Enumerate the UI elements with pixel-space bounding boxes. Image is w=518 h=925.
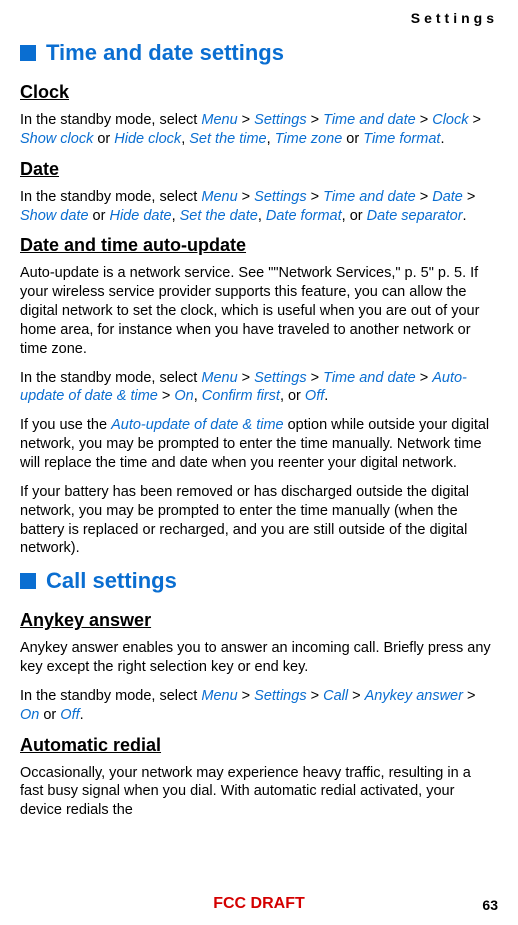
auto-update-p3: If you use the Auto-update of date & tim… <box>20 416 498 473</box>
sub-heading-anykey: Anykey answer <box>20 610 498 631</box>
section-heading-call-settings: Call settings <box>20 568 498 594</box>
text: or <box>89 208 110 224</box>
text: If you use the <box>20 417 111 433</box>
text: . <box>324 388 328 404</box>
confirm-first-link[interactable]: Confirm first <box>202 388 280 404</box>
text: , or <box>342 208 367 224</box>
separator: > <box>158 388 175 404</box>
separator: > <box>238 688 255 704</box>
time-and-date-link[interactable]: Time and date <box>323 370 416 386</box>
sub-heading-date: Date <box>20 159 498 180</box>
anykey-p2: In the standby mode, select Menu > Setti… <box>20 687 498 725</box>
hide-date-link[interactable]: Hide date <box>109 208 171 224</box>
auto-update-p4: If your battery has been removed or has … <box>20 483 498 558</box>
separator: > <box>307 189 324 205</box>
anykey-p1: Anykey answer enables you to answer an i… <box>20 639 498 677</box>
hide-clock-link[interactable]: Hide clock <box>114 131 181 147</box>
page-number: 63 <box>482 897 498 913</box>
clock-link[interactable]: Clock <box>432 112 468 128</box>
auto-update-p1: Auto-update is a network service. See ""… <box>20 264 498 358</box>
separator: > <box>307 112 324 128</box>
auto-update-p2: In the standby mode, select Menu > Setti… <box>20 369 498 407</box>
set-date-link[interactable]: Set the date <box>180 208 258 224</box>
anykey-answer-link[interactable]: Anykey answer <box>365 688 463 704</box>
settings-link[interactable]: Settings <box>254 189 306 205</box>
separator: > <box>416 112 433 128</box>
date-paragraph: In the standby mode, select Menu > Setti… <box>20 188 498 226</box>
separator: > <box>307 688 324 704</box>
menu-link[interactable]: Menu <box>201 189 237 205</box>
time-format-link[interactable]: Time format <box>363 131 440 147</box>
separator: > <box>416 370 433 386</box>
text: , or <box>280 388 305 404</box>
time-and-date-link[interactable]: Time and date <box>323 112 416 128</box>
date-link[interactable]: Date <box>432 189 463 205</box>
off-link[interactable]: Off <box>305 388 324 404</box>
show-date-link[interactable]: Show date <box>20 208 89 224</box>
text: . <box>80 707 84 723</box>
separator: > <box>307 370 324 386</box>
text: or <box>93 131 114 147</box>
separator: > <box>463 189 476 205</box>
date-separator-link[interactable]: Date separator <box>367 208 463 224</box>
text: In the standby mode, select <box>20 370 201 386</box>
settings-link[interactable]: Settings <box>254 688 306 704</box>
section-title: Time and date settings <box>46 40 284 66</box>
fcc-draft-label: FCC DRAFT <box>0 895 518 913</box>
text: . <box>440 131 444 147</box>
separator: > <box>348 688 365 704</box>
section-title: Call settings <box>46 568 177 594</box>
separator: > <box>468 112 481 128</box>
header-title: Settings <box>20 10 498 26</box>
on-link[interactable]: On <box>174 388 193 404</box>
text: or <box>39 707 60 723</box>
sub-heading-auto-update: Date and time auto-update <box>20 235 498 256</box>
on-link[interactable]: On <box>20 707 39 723</box>
settings-link[interactable]: Settings <box>254 370 306 386</box>
sub-heading-auto-redial: Automatic redial <box>20 735 498 756</box>
settings-link[interactable]: Settings <box>254 112 306 128</box>
separator: > <box>463 688 476 704</box>
call-link[interactable]: Call <box>323 688 348 704</box>
menu-link[interactable]: Menu <box>201 370 237 386</box>
text: or <box>342 131 363 147</box>
separator: > <box>238 189 255 205</box>
square-bullet-icon <box>20 45 36 61</box>
section-heading-time-date: Time and date settings <box>20 40 498 66</box>
clock-paragraph: In the standby mode, select Menu > Setti… <box>20 111 498 149</box>
sub-heading-clock: Clock <box>20 82 498 103</box>
set-time-link[interactable]: Set the time <box>189 131 266 147</box>
off-link[interactable]: Off <box>60 707 79 723</box>
show-clock-link[interactable]: Show clock <box>20 131 93 147</box>
separator: > <box>238 370 255 386</box>
menu-link[interactable]: Menu <box>201 688 237 704</box>
text: . <box>463 208 467 224</box>
auto-update-link[interactable]: Auto-update of date & time <box>111 417 284 433</box>
separator: > <box>238 112 255 128</box>
text: In the standby mode, select <box>20 112 201 128</box>
separator: > <box>416 189 433 205</box>
auto-redial-p1: Occasionally, your network may experienc… <box>20 764 498 821</box>
square-bullet-icon <box>20 573 36 589</box>
text: In the standby mode, select <box>20 688 201 704</box>
date-format-link[interactable]: Date format <box>266 208 342 224</box>
time-and-date-link[interactable]: Time and date <box>323 189 416 205</box>
text: In the standby mode, select <box>20 189 201 205</box>
menu-link[interactable]: Menu <box>201 112 237 128</box>
time-zone-link[interactable]: Time zone <box>275 131 343 147</box>
